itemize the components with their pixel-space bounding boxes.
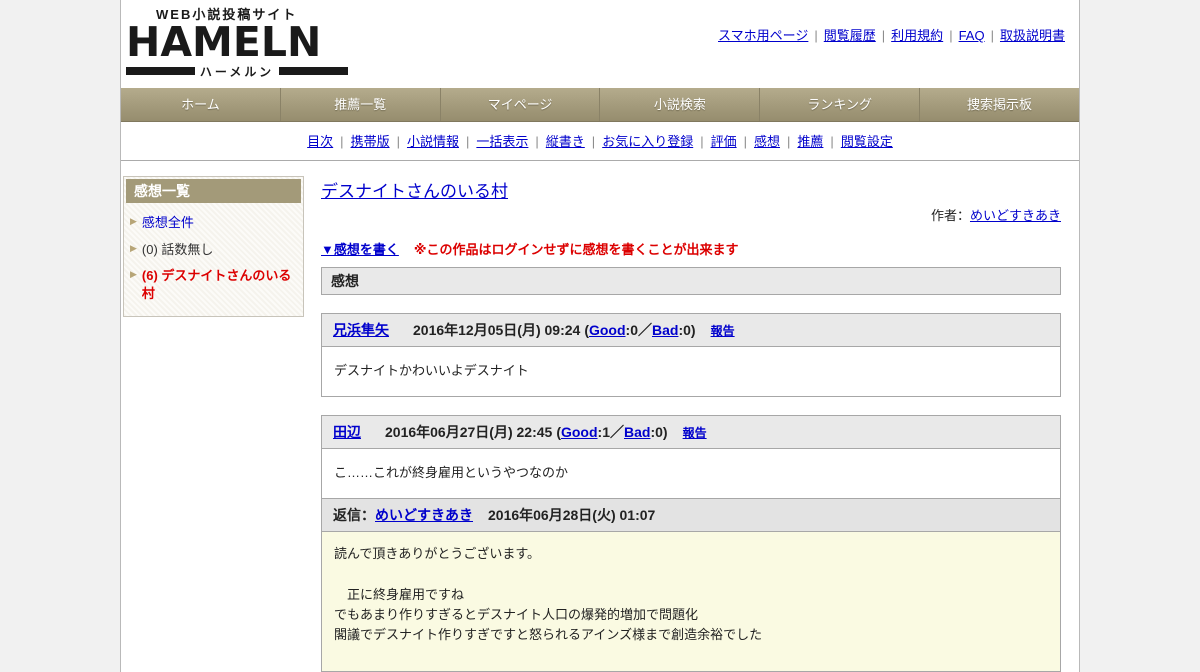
comment-rating: (Good:0／Bad:0) [584,322,695,338]
comment-date: 2016年12月05日(月) 09:24 [413,322,581,338]
write-review-link[interactable]: ▼感想を書く [321,242,399,257]
sidebar-item-current-episode[interactable]: ▶ (6) デスナイトさんのいる村 [124,258,303,302]
main-nav: ホーム 推薦一覧 マイページ 小説検索 ランキング 捜索掲示板 [121,88,1079,122]
comment-header: 兄浜隼矢 2016年12月05日(月) 09:24 (Good:0／Bad:0) 報告 [321,313,1061,347]
link-separator: | [465,134,470,149]
sidebar-title: 感想一覧 [126,179,301,203]
link-separator: | [830,134,834,149]
subnav-recommend[interactable]: 推薦 [797,134,823,149]
sub-nav: 目次 | 携帯版 | 小説情報 | 一括表示 | 縦書き | お気に入り登録 | 評価 | 感想 | 推薦 | 閲覧… [121,122,1079,161]
author-link[interactable]: めいどすきあき [970,208,1061,223]
good-count: 1 [602,424,610,441]
header-link-faq[interactable]: FAQ [959,28,985,43]
subnav-batch-view[interactable]: 一括表示 [476,134,528,149]
report-link[interactable]: 報告 [711,324,735,338]
link-separator: | [814,28,818,43]
subnav-reviews[interactable]: 感想 [754,134,780,149]
sidebar-link-all-reviews[interactable]: 感想全件 [142,214,194,232]
bad-count: 0 [655,424,663,441]
sidebar-link-current-episode[interactable]: (6) デスナイトさんのいる村 [142,267,295,302]
comment-date: 2016年06月27日(月) 22:45 [385,424,553,441]
site-header: WEB小説投稿サイト HAMELN ハーメルン スマホ用ページ | 閲覧履歴 | 利用規… [121,0,1079,88]
nav-novel-search[interactable]: 小説検索 [600,88,761,121]
site-logo[interactable]: WEB小説投稿サイト HAMELN ハーメルン [126,4,348,80]
novel-title-link[interactable]: デスナイトさんのいる村 [321,177,508,202]
good-link[interactable]: Good [589,322,626,338]
page-container: WEB小説投稿サイト HAMELN ハーメルン スマホ用ページ | 閲覧履歴 | 利用規… [120,0,1080,672]
reply-body: 読んで頂きありがとうございます。 正に終身雇用ですね でもあまり作りすぎるとデス… [321,532,1061,672]
bad-link[interactable]: Bad [624,424,650,440]
logo-bar-left [126,67,195,76]
header-link-manual[interactable]: 取扱説明書 [1000,28,1065,43]
triangle-bullet-icon: ▶ [130,269,137,280]
triangle-bullet-icon: ▶ [130,242,137,253]
link-separator: | [743,134,747,149]
subnav-mobile[interactable]: 携帯版 [351,134,390,149]
link-separator: | [591,134,596,149]
header-link-smartphone-page[interactable]: スマホ用ページ [718,28,808,43]
author-line: 作者：めいどすきあき [321,205,1061,224]
reply-header: 返信：めいどすきあき 2016年06月28日(火) 01:07 [321,499,1061,533]
nav-my-page[interactable]: マイページ [441,88,601,121]
main-column: デスナイトさんのいる村 作者：めいどすきあき ▼感想を書く ※この作品はログインせ… [321,176,1061,672]
link-separator: | [340,134,344,149]
triangle-bullet-icon: ▶ [130,216,137,226]
logo-subtitle: ハーメルン [199,64,275,79]
bad-count: 0 [683,322,691,338]
comment-body: こ……これが終身雇用というやつなのか [321,449,1061,500]
rating-separator: ／ [610,424,624,441]
comment-body: デスナイトかわいいよデスナイト [321,347,1061,398]
rating-close-paren: ) [690,322,696,338]
subnav-vertical-text[interactable]: 縦書き [546,134,585,149]
header-link-history[interactable]: 閲覧履歴 [824,28,876,43]
nav-search-board[interactable]: 捜索掲示板 [920,88,1079,121]
nav-home[interactable]: ホーム [121,88,281,121]
sidebar-item-all-reviews[interactable]: ▶ 感想全件 [124,205,303,232]
subnav-add-favorite[interactable]: お気に入り登録 [602,134,693,149]
logo-wordmark: HAMELN [126,18,322,66]
report-link[interactable]: 報告 [683,426,707,440]
subnav-view-settings[interactable]: 閲覧設定 [841,134,893,149]
link-separator: | [990,28,994,43]
nav-ranking[interactable]: ランキング [760,88,921,121]
good-link[interactable]: Good [561,424,598,440]
nav-recommend-list[interactable]: 推薦一覧 [281,88,441,121]
login-note: ※この作品はログインせずに感想を書くことが出来ます [413,242,739,257]
content-area: 感想一覧 ▶ 感想全件 ▶ (0) 話数無し ▶ (6) デスナイトさんのいる村… [121,161,1079,672]
rating-separator: ／ [638,322,652,338]
commenter-name-link[interactable]: 兄浜隼矢 [333,322,389,338]
logo-bar-right [279,67,348,76]
link-separator: | [787,134,791,149]
subnav-novel-info[interactable]: 小説情報 [407,134,459,149]
comment-header: 田辺 2016年06月27日(月) 22:45 (Good:1／Bad:0) 報告 [321,415,1061,450]
header-links: スマホ用ページ | 閲覧履歴 | 利用規約 | FAQ | 取扱説明書 [718,25,1065,44]
subnav-rate[interactable]: 評価 [711,134,737,149]
reply-label: 返信： [333,507,375,524]
author-label: 作者： [930,208,970,223]
bad-link[interactable]: Bad [652,322,678,338]
sidebar-review-list: 感想一覧 ▶ 感想全件 ▶ (0) 話数無し ▶ (6) デスナイトさんのいる村 [123,176,304,318]
link-separator: | [700,134,704,149]
link-separator: | [396,134,400,149]
link-separator: | [949,28,953,43]
rating-close-paren: ) [662,424,668,441]
write-review-line: ▼感想を書く ※この作品はログインせずに感想を書くことが出来ます [321,239,1061,258]
header-link-terms[interactable]: 利用規約 [891,28,943,43]
reply-author-link[interactable]: めいどすきあき [375,507,473,523]
link-separator: | [535,134,539,149]
comment-rating: (Good:1／Bad:0) [556,424,667,440]
sidebar-label-no-episode: (0) 話数無し [141,241,214,257]
reply-date: 2016年06月28日(火) 01:07 [488,507,656,524]
subnav-toc[interactable]: 目次 [307,134,333,149]
commenter-name-link[interactable]: 田辺 [333,424,361,440]
good-count: 0 [630,322,638,338]
link-separator: | [881,28,886,43]
reviews-section-header: 感想 [321,267,1061,295]
sidebar-item-no-episode: ▶ (0) 話数無し [124,232,303,259]
